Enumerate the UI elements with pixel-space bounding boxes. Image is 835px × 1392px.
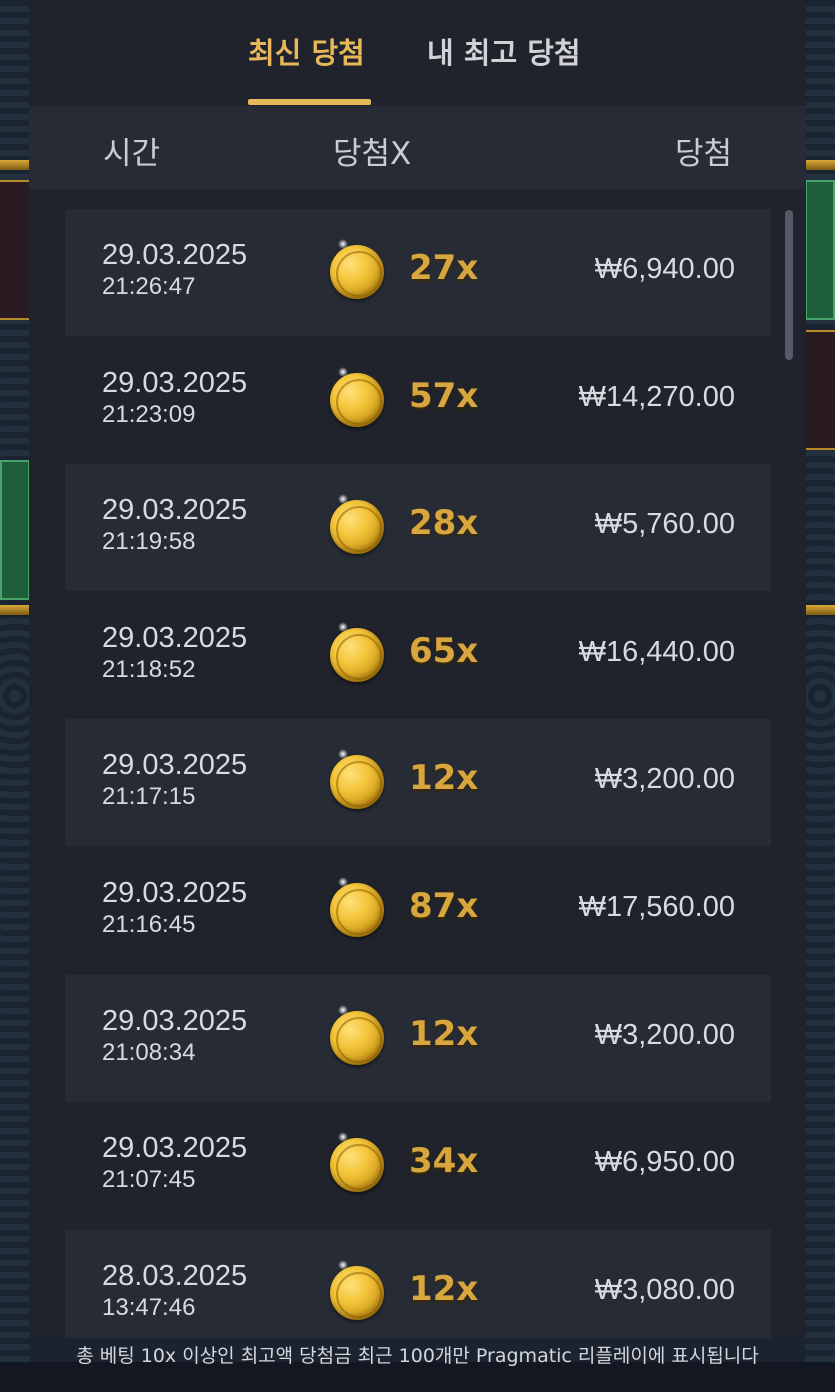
tab-my-best-wins[interactable]: 내 최고 당첨: [427, 30, 581, 72]
win-date: 29.03.2025: [102, 749, 248, 782]
gold-coin-icon: [330, 749, 384, 810]
win-time: 21:17:15: [102, 783, 196, 811]
table-row[interactable]: 29.03.2025 21:07:45 34x ₩6,950.00: [65, 1102, 771, 1229]
win-amount: ₩16,440.00: [578, 635, 735, 668]
win-multiplier: 57x: [409, 375, 479, 416]
sparkle-icon: [338, 1132, 348, 1143]
gold-coin-icon: [330, 1132, 384, 1193]
win-multiplier: 12x: [409, 1013, 479, 1054]
recent-wins-panel: 최신 당첨 내 최고 당첨 시간 당첨X 당첨 29.03.2025 21:26:…: [29, 0, 806, 1338]
sparkle-icon: [338, 621, 348, 632]
win-time: 13:47:46: [102, 1293, 196, 1321]
gold-coin-icon: [330, 877, 384, 937]
sparkle-icon: [338, 1004, 348, 1015]
table-row[interactable]: 28.03.2025 13:47:46 12x ₩3,080.00: [65, 1229, 771, 1338]
game-background-left: [0, 0, 30, 1392]
win-time: 21:16:45: [102, 911, 196, 938]
column-header-time: 시간: [103, 136, 161, 172]
sparkle-icon: [338, 494, 348, 505]
win-amount: ₩3,200.00: [594, 1018, 735, 1051]
win-multiplier: 65x: [409, 630, 479, 671]
win-multiplier: 34x: [409, 1141, 479, 1182]
gold-coin-icon: [330, 1259, 384, 1320]
sparkle-icon: [338, 1259, 348, 1270]
win-time: 21:26:47: [102, 273, 196, 300]
win-date: 29.03.2025: [102, 621, 248, 654]
wins-list[interactable]: 29.03.2025 21:26:47 27x ₩6,940.00 29.03.2025…: [29, 189, 806, 1338]
sparkle-icon: [338, 366, 348, 377]
gold-coin-icon: [330, 239, 384, 299]
win-date: 29.03.2025: [102, 1132, 248, 1165]
win-time: 21:08:34: [102, 1038, 196, 1066]
win-amount: ₩17,560.00: [578, 891, 735, 923]
table-row[interactable]: 29.03.2025 21:23:09 57x ₩14,270.00: [65, 337, 771, 464]
gold-coin-icon: [330, 366, 384, 427]
column-header-multiplier: 당첨X: [333, 136, 412, 172]
game-background-right: [805, 0, 835, 1392]
win-date: 29.03.2025: [102, 494, 248, 527]
win-amount: ₩14,270.00: [578, 380, 735, 413]
sparkle-icon: [338, 877, 348, 887]
footer-note: 총 베팅 10x 이상인 최고액 당첨금 최근 100개만 Pragmatic …: [76, 1345, 759, 1367]
scrollbar[interactable]: [785, 210, 793, 360]
table-row[interactable]: 29.03.2025 21:18:52 65x ₩16,440.00: [65, 592, 771, 719]
gold-coin-icon: [330, 494, 384, 555]
table-row[interactable]: 29.03.2025 21:17:15 12x ₩3,200.00: [65, 719, 771, 847]
win-time: 21:18:52: [102, 655, 196, 683]
win-multiplier: 12x: [409, 1268, 479, 1309]
win-multiplier: 87x: [409, 886, 479, 926]
win-amount: ₩6,950.00: [594, 1146, 735, 1179]
table-row[interactable]: 29.03.2025 21:08:34 12x ₩3,200.00: [65, 974, 771, 1102]
sparkle-icon: [338, 239, 348, 249]
win-multiplier: 12x: [409, 758, 479, 799]
gold-coin-icon: [330, 1004, 384, 1065]
win-date: 28.03.2025: [102, 1259, 248, 1292]
win-date: 29.03.2025: [102, 877, 248, 909]
win-time: 21:07:45: [102, 1166, 196, 1194]
win-multiplier: 28x: [409, 503, 479, 544]
tab-bar: 최신 당첨 내 최고 당첨: [29, 0, 806, 106]
win-amount: ₩3,080.00: [594, 1273, 735, 1306]
win-date: 29.03.2025: [102, 239, 248, 271]
column-header-win: 당첨: [674, 136, 732, 172]
win-multiplier: 27x: [409, 248, 479, 288]
table-row[interactable]: 29.03.2025 21:16:45 87x ₩17,560.00: [65, 847, 771, 974]
tab-latest-wins[interactable]: 최신 당첨: [248, 30, 365, 72]
win-amount: ₩6,940.00: [594, 253, 735, 285]
win-amount: ₩3,200.00: [594, 763, 735, 796]
win-date: 29.03.2025: [102, 1004, 248, 1037]
table-row[interactable]: 29.03.2025 21:26:47 27x ₩6,940.00: [65, 209, 771, 336]
gold-coin-icon: [330, 621, 384, 682]
win-time: 21:23:09: [102, 400, 196, 428]
win-time: 21:19:58: [102, 528, 196, 556]
sparkle-icon: [338, 749, 348, 760]
table-row[interactable]: 29.03.2025 21:19:58 28x ₩5,760.00: [65, 464, 771, 592]
win-date: 29.03.2025: [102, 366, 248, 399]
table-header: 시간 당첨X 당첨: [29, 106, 806, 189]
win-amount: ₩5,760.00: [594, 508, 735, 541]
active-tab-indicator: [248, 99, 371, 105]
